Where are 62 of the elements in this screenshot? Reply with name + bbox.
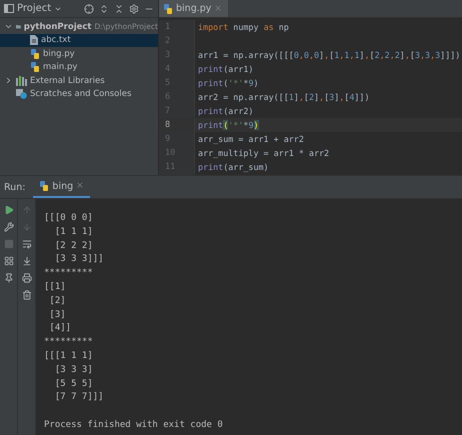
library-icon <box>16 76 27 86</box>
code-line: arr_multiply = arr1 * arr2 <box>198 148 330 158</box>
chevron-icon <box>4 76 13 86</box>
python-file-icon <box>30 62 40 72</box>
layout-icon[interactable] <box>4 256 14 266</box>
tree-item-label: External Libraries <box>30 76 105 86</box>
console-output-line: [1 1 1] <box>54 226 93 237</box>
run-label: Run: <box>4 182 26 192</box>
settings-icon[interactable] <box>129 4 139 14</box>
code-line: arr_sum = arr1 + arr2 <box>198 134 304 144</box>
python-file-icon <box>39 181 50 191</box>
console-output-line: ********* <box>44 268 93 278</box>
tree-item[interactable]: External Libraries <box>0 74 158 88</box>
code-line: print(arr_sum) <box>198 162 269 172</box>
console-output-line: [3] <box>48 310 66 320</box>
project-view-dropdown[interactable]: Project <box>4 3 62 14</box>
editor-tab[interactable]: bing.py × <box>159 0 228 17</box>
tree-item[interactable]: main.py <box>0 60 158 74</box>
console-output-line: [2 2 2] <box>54 240 93 251</box>
run-tab[interactable]: bing × <box>33 176 90 198</box>
tree-item-label: pythonProject <box>24 22 92 32</box>
text-file-icon <box>30 35 38 46</box>
scroll-to-end-icon[interactable] <box>22 256 32 266</box>
code-line: arr1 = np.array([[[0,0,0],[1,1,1],[2,2,2],[3,3,3]]]) <box>198 50 460 60</box>
wrench-icon[interactable] <box>4 222 14 232</box>
code-line: import numpy as np <box>198 22 289 32</box>
console-output-line: [7 7 7]]] <box>54 392 104 402</box>
console-output-line: [2] <box>48 296 66 306</box>
tree-item[interactable]: bing.py <box>0 47 158 60</box>
scratch-icon <box>16 89 27 100</box>
code-line: arr2 = np.array([[1],[2],[3],[4]]) <box>198 92 370 102</box>
code-line: print('*'*9) <box>198 120 259 130</box>
soft-wrap-icon[interactable] <box>22 239 32 249</box>
python-file-icon <box>163 4 173 14</box>
console-output-line: [[1] <box>44 282 66 292</box>
console-output-line: [5 5 5] <box>54 378 93 389</box>
code-line: print(arr1) <box>198 64 254 74</box>
pin-icon[interactable] <box>4 273 14 283</box>
tree-item[interactable]: Scratches and Consoles <box>0 88 158 101</box>
console-output-line: [3 3 3]]] <box>54 254 104 264</box>
process-status-line: Process finished with exit code 0 <box>44 420 223 430</box>
tree-item-label: Scratches and Consoles <box>30 89 132 100</box>
console-output-line: [3 3 3] <box>54 364 93 375</box>
expand-all-icon[interactable] <box>99 4 109 14</box>
console-output-line: [[[0 0 0] <box>44 213 93 223</box>
tree-item[interactable]: abc.txt <box>0 34 158 47</box>
code-line: print('*'*9) <box>198 78 259 88</box>
code-line: print(arr2) <box>198 106 254 116</box>
folder-icon <box>16 22 21 32</box>
print-icon[interactable] <box>22 273 32 283</box>
console-output-line: [4]] <box>48 323 72 334</box>
locate-icon[interactable] <box>84 4 94 14</box>
python-file-icon <box>30 48 40 59</box>
tree-item-label: main.py <box>43 62 78 72</box>
collapse-all-icon[interactable] <box>114 4 124 14</box>
console-output-line: ********* <box>44 337 93 348</box>
rerun-icon[interactable] <box>4 205 14 215</box>
tree-item-label: abc.txt <box>41 35 71 46</box>
tree-item-label: bing.py <box>43 48 75 59</box>
console-output-line: [[[1 1 1] <box>44 350 93 361</box>
panel-icon <box>4 4 14 13</box>
trash-icon[interactable] <box>22 290 32 300</box>
